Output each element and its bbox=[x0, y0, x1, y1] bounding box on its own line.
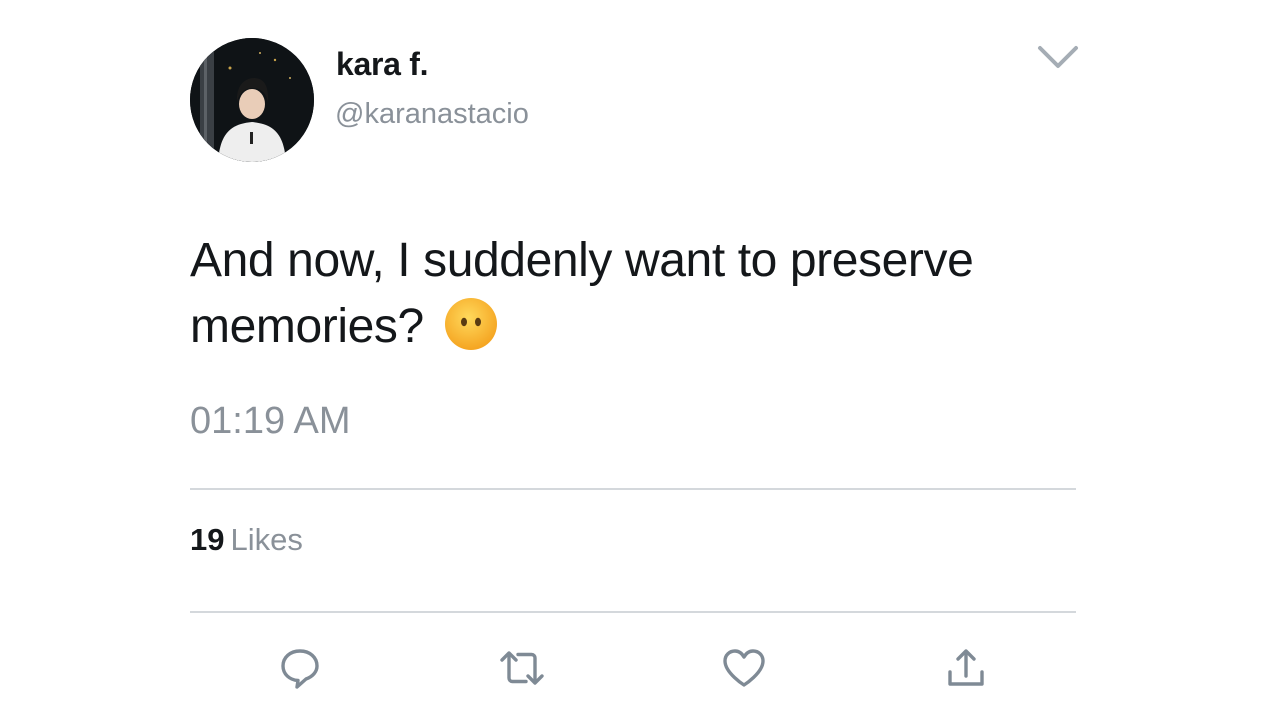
divider bbox=[190, 611, 1076, 613]
tweet-body: And now, I suddenly want to preserve mem… bbox=[190, 234, 974, 353]
reply-icon[interactable] bbox=[276, 644, 324, 692]
tweet-text: And now, I suddenly want to preserve mem… bbox=[190, 228, 1090, 360]
tweet-timestamp[interactable]: 01:19 AM bbox=[190, 400, 351, 443]
likes-count: 19 bbox=[190, 522, 225, 557]
author-display-name[interactable]: kara f. bbox=[336, 46, 428, 83]
face-without-mouth-emoji bbox=[443, 296, 499, 352]
tweet-card: kara f. @karanastacio And now, I suddenl… bbox=[0, 0, 1280, 720]
likes-label: Likes bbox=[230, 522, 303, 557]
avatar[interactable] bbox=[190, 38, 314, 162]
author-handle[interactable]: @karanastacio bbox=[335, 98, 529, 131]
chevron-down-icon[interactable] bbox=[1034, 40, 1082, 76]
likes-stat[interactable]: 19 Likes bbox=[190, 522, 303, 558]
heart-icon[interactable] bbox=[720, 644, 768, 692]
divider bbox=[190, 488, 1076, 490]
retweet-icon[interactable] bbox=[498, 644, 546, 692]
share-icon[interactable] bbox=[942, 644, 990, 692]
